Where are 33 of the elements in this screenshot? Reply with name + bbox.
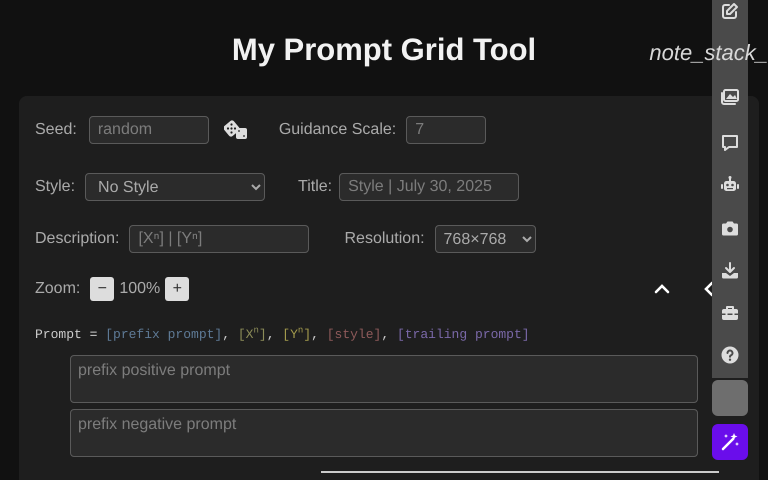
zoom-level: 100% — [119, 280, 160, 298]
zoom-out-button[interactable]: − — [90, 277, 114, 301]
chevron-up-icon[interactable] — [654, 284, 670, 294]
toolbox-icon[interactable] — [720, 303, 740, 323]
help-icon[interactable] — [720, 345, 740, 365]
image-gallery-icon[interactable] — [720, 87, 740, 107]
download-icon[interactable] — [720, 261, 740, 281]
prompt-field[interactable]: prefix negative prompt — [70, 409, 698, 457]
prompt-formula: Prompt = [prefix prompt], [X$^{n}$], [Y$^{n}$], [style], [trailing prompt] — [35, 327, 531, 344]
description-field[interactable]: [Xⁿ] | [Yⁿ] — [129, 225, 310, 253]
guidance-scale-field[interactable]: 7 — [406, 116, 486, 144]
field-label: Resolution: — [344, 230, 425, 248]
blank-button[interactable] — [712, 380, 748, 416]
field-label: Description: — [35, 230, 120, 248]
field-label: Style: — [35, 178, 76, 196]
prompt-field[interactable]: prefix positive prompt — [70, 355, 698, 403]
icon-label: note_stack_ — [649, 40, 768, 66]
magic-wand-icon — [720, 432, 740, 452]
seed-field[interactable]: random — [88, 116, 209, 144]
field-label: Zoom: — [35, 280, 80, 298]
page-title: My Prompt Grid Tool — [232, 31, 536, 69]
zoom-in-button[interactable]: + — [165, 277, 190, 301]
edit-icon[interactable] — [720, 1, 740, 21]
field-label: Seed: — [35, 121, 77, 139]
title-field[interactable]: Style | July 30, 2025 — [339, 173, 520, 201]
field-label: Guidance Scale: — [278, 121, 396, 139]
magic-wand-button[interactable] — [712, 424, 748, 460]
resolution-dropdown[interactable]: 768×768 — [434, 225, 536, 253]
field-label: Title: — [298, 178, 332, 196]
chevron-left-icon[interactable] — [704, 281, 714, 297]
chat-bubble-icon[interactable] — [720, 133, 740, 153]
dice-icon[interactable] — [224, 120, 249, 140]
style-dropdown[interactable]: No Style — [85, 173, 266, 201]
